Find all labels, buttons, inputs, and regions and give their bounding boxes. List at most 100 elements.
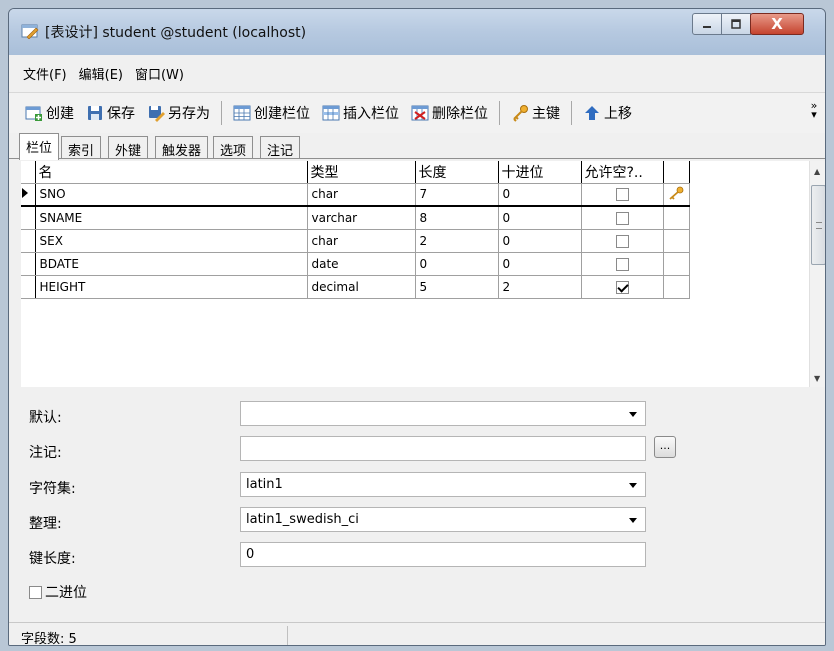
- field-name-cell[interactable]: HEIGHT: [35, 275, 308, 299]
- key-cell: [663, 252, 690, 276]
- tab-strip: 栏位 索引 外键 触发器 选项 注记: [9, 133, 825, 160]
- field-name-cell[interactable]: SEX: [35, 229, 308, 253]
- insert-field-button[interactable]: 插入栏位: [316, 99, 405, 127]
- field-length-cell[interactable]: 0: [415, 252, 499, 276]
- create-button[interactable]: 创建: [19, 99, 80, 127]
- tab-fields[interactable]: 栏位: [19, 133, 60, 160]
- field-decimals-cell[interactable]: 2: [498, 275, 582, 299]
- close-button[interactable]: X: [750, 13, 804, 35]
- primary-key-button[interactable]: 主键: [505, 99, 566, 127]
- add-field-icon: [233, 105, 251, 121]
- field-type-cell[interactable]: decimal: [307, 275, 416, 299]
- menu-edit[interactable]: 编辑(E): [77, 62, 125, 85]
- default-select[interactable]: [240, 401, 646, 426]
- delete-field-icon: [411, 105, 429, 121]
- table-row[interactable]: BDATE date 0 0: [21, 252, 690, 276]
- menu-file[interactable]: 文件(F): [21, 62, 69, 85]
- allow-null-cell: [581, 206, 664, 230]
- tab-indexes[interactable]: 索引: [61, 136, 102, 159]
- close-icon: X: [771, 15, 783, 33]
- field-type-cell[interactable]: char: [307, 229, 416, 253]
- allow-null-checkbox[interactable]: [615, 211, 629, 225]
- scroll-thumb[interactable]: [811, 185, 825, 265]
- fields-grid[interactable]: 名 类型 长度 十进位 允许空?.. SNO char 7 0 SNAME va…: [21, 161, 825, 387]
- row-indicator: [21, 275, 36, 299]
- allow-null-cell: [581, 252, 664, 276]
- allow-null-checkbox[interactable]: [615, 234, 629, 248]
- binary-option[interactable]: 二进位: [29, 582, 87, 602]
- field-type-cell[interactable]: date: [307, 252, 416, 276]
- binary-checkbox[interactable]: [29, 585, 42, 599]
- title-bar[interactable]: [表设计] student @student (localhost) X: [9, 9, 825, 55]
- allow-null-cell: [581, 183, 664, 207]
- table-header-row: 名 类型 长度 十进位 允许空?..: [21, 161, 690, 184]
- field-length-cell[interactable]: 2: [415, 229, 499, 253]
- save-as-button[interactable]: 另存为: [141, 99, 216, 127]
- table-row[interactable]: SNO char 7 0: [21, 183, 690, 207]
- table-row[interactable]: SEX char 2 0: [21, 229, 690, 253]
- create-label: 创建: [46, 106, 74, 122]
- field-length-cell[interactable]: 5: [415, 275, 499, 299]
- field-decimals-cell[interactable]: 0: [498, 206, 582, 230]
- tab-foreign-keys[interactable]: 外键: [108, 136, 149, 159]
- delete-field-label: 删除栏位: [432, 106, 488, 122]
- field-name-cell[interactable]: SNO: [35, 183, 308, 207]
- toolbar-overflow-button[interactable]: » ▾: [809, 100, 819, 120]
- field-length-cell[interactable]: 7: [415, 183, 499, 207]
- maximize-icon: [731, 19, 741, 29]
- col-header-allow-null[interactable]: 允许空?..: [581, 161, 664, 184]
- key-cell: [663, 275, 690, 299]
- save-as-icon: [149, 106, 165, 122]
- key-length-input[interactable]: 0: [240, 542, 646, 567]
- table-designer-window: [表设计] student @student (localhost) X 文件(…: [8, 8, 826, 646]
- field-type-cell[interactable]: varchar: [307, 206, 416, 230]
- tab-comments[interactable]: 注记: [260, 136, 301, 159]
- grid-vertical-scrollbar[interactable]: ▲ ▼: [809, 161, 825, 387]
- key-length-label: 键长度:: [29, 551, 76, 567]
- col-header-type[interactable]: 类型: [307, 161, 416, 184]
- field-type-cell[interactable]: char: [307, 183, 416, 207]
- delete-field-button[interactable]: 删除栏位: [405, 99, 494, 127]
- charset-value: latin1: [246, 477, 283, 492]
- tab-triggers[interactable]: 触发器: [155, 136, 209, 159]
- toolbar-separator: [571, 101, 572, 125]
- table-row[interactable]: SNAME varchar 8 0: [21, 206, 690, 230]
- col-header-length[interactable]: 长度: [415, 161, 499, 184]
- chevron-down-icon: [629, 412, 637, 417]
- primary-key-icon: [668, 186, 683, 200]
- col-header-name[interactable]: 名: [35, 161, 308, 184]
- allow-null-checkbox[interactable]: [615, 280, 629, 294]
- charset-select[interactable]: latin1: [240, 472, 646, 497]
- save-button[interactable]: 保存: [80, 99, 141, 127]
- maximize-button[interactable]: [721, 13, 751, 35]
- scroll-down-icon[interactable]: ▼: [814, 374, 820, 383]
- field-decimals-cell[interactable]: 0: [498, 252, 582, 276]
- allow-null-checkbox[interactable]: [615, 257, 629, 271]
- binary-label: 二进位: [45, 585, 87, 601]
- primary-key-label: 主键: [532, 106, 560, 122]
- add-field-button[interactable]: 创建栏位: [227, 99, 316, 127]
- menu-window[interactable]: 窗口(W): [133, 62, 186, 85]
- move-up-button[interactable]: 上移: [577, 99, 638, 127]
- table-row[interactable]: HEIGHT decimal 5 2: [21, 275, 690, 299]
- collation-select[interactable]: latin1_swedish_ci: [240, 507, 646, 532]
- field-decimals-cell[interactable]: 0: [498, 229, 582, 253]
- col-header-decimals[interactable]: 十进位: [498, 161, 582, 184]
- allow-null-checkbox[interactable]: [615, 188, 629, 202]
- toolbar: 创建 保存 另存为 创建栏位 插入栏位 删除栏位 主键 上移 » ▾: [9, 93, 825, 133]
- field-decimals-cell[interactable]: 0: [498, 183, 582, 207]
- field-name-cell[interactable]: BDATE: [35, 252, 308, 276]
- field-length-cell[interactable]: 8: [415, 206, 499, 230]
- tab-options[interactable]: 选项: [213, 136, 254, 159]
- row-indicator-header: [21, 161, 36, 184]
- insert-field-label: 插入栏位: [343, 106, 399, 122]
- comment-input[interactable]: [240, 436, 646, 461]
- insert-field-icon: [322, 105, 340, 121]
- scroll-up-icon[interactable]: ▲: [814, 167, 820, 176]
- minimize-icon: [703, 26, 711, 28]
- comment-edit-button[interactable]: ...: [654, 436, 676, 458]
- minimize-button[interactable]: [692, 13, 722, 35]
- new-table-icon: [25, 106, 42, 121]
- field-name-cell[interactable]: SNAME: [35, 206, 308, 230]
- chevron-down-icon: [629, 483, 637, 488]
